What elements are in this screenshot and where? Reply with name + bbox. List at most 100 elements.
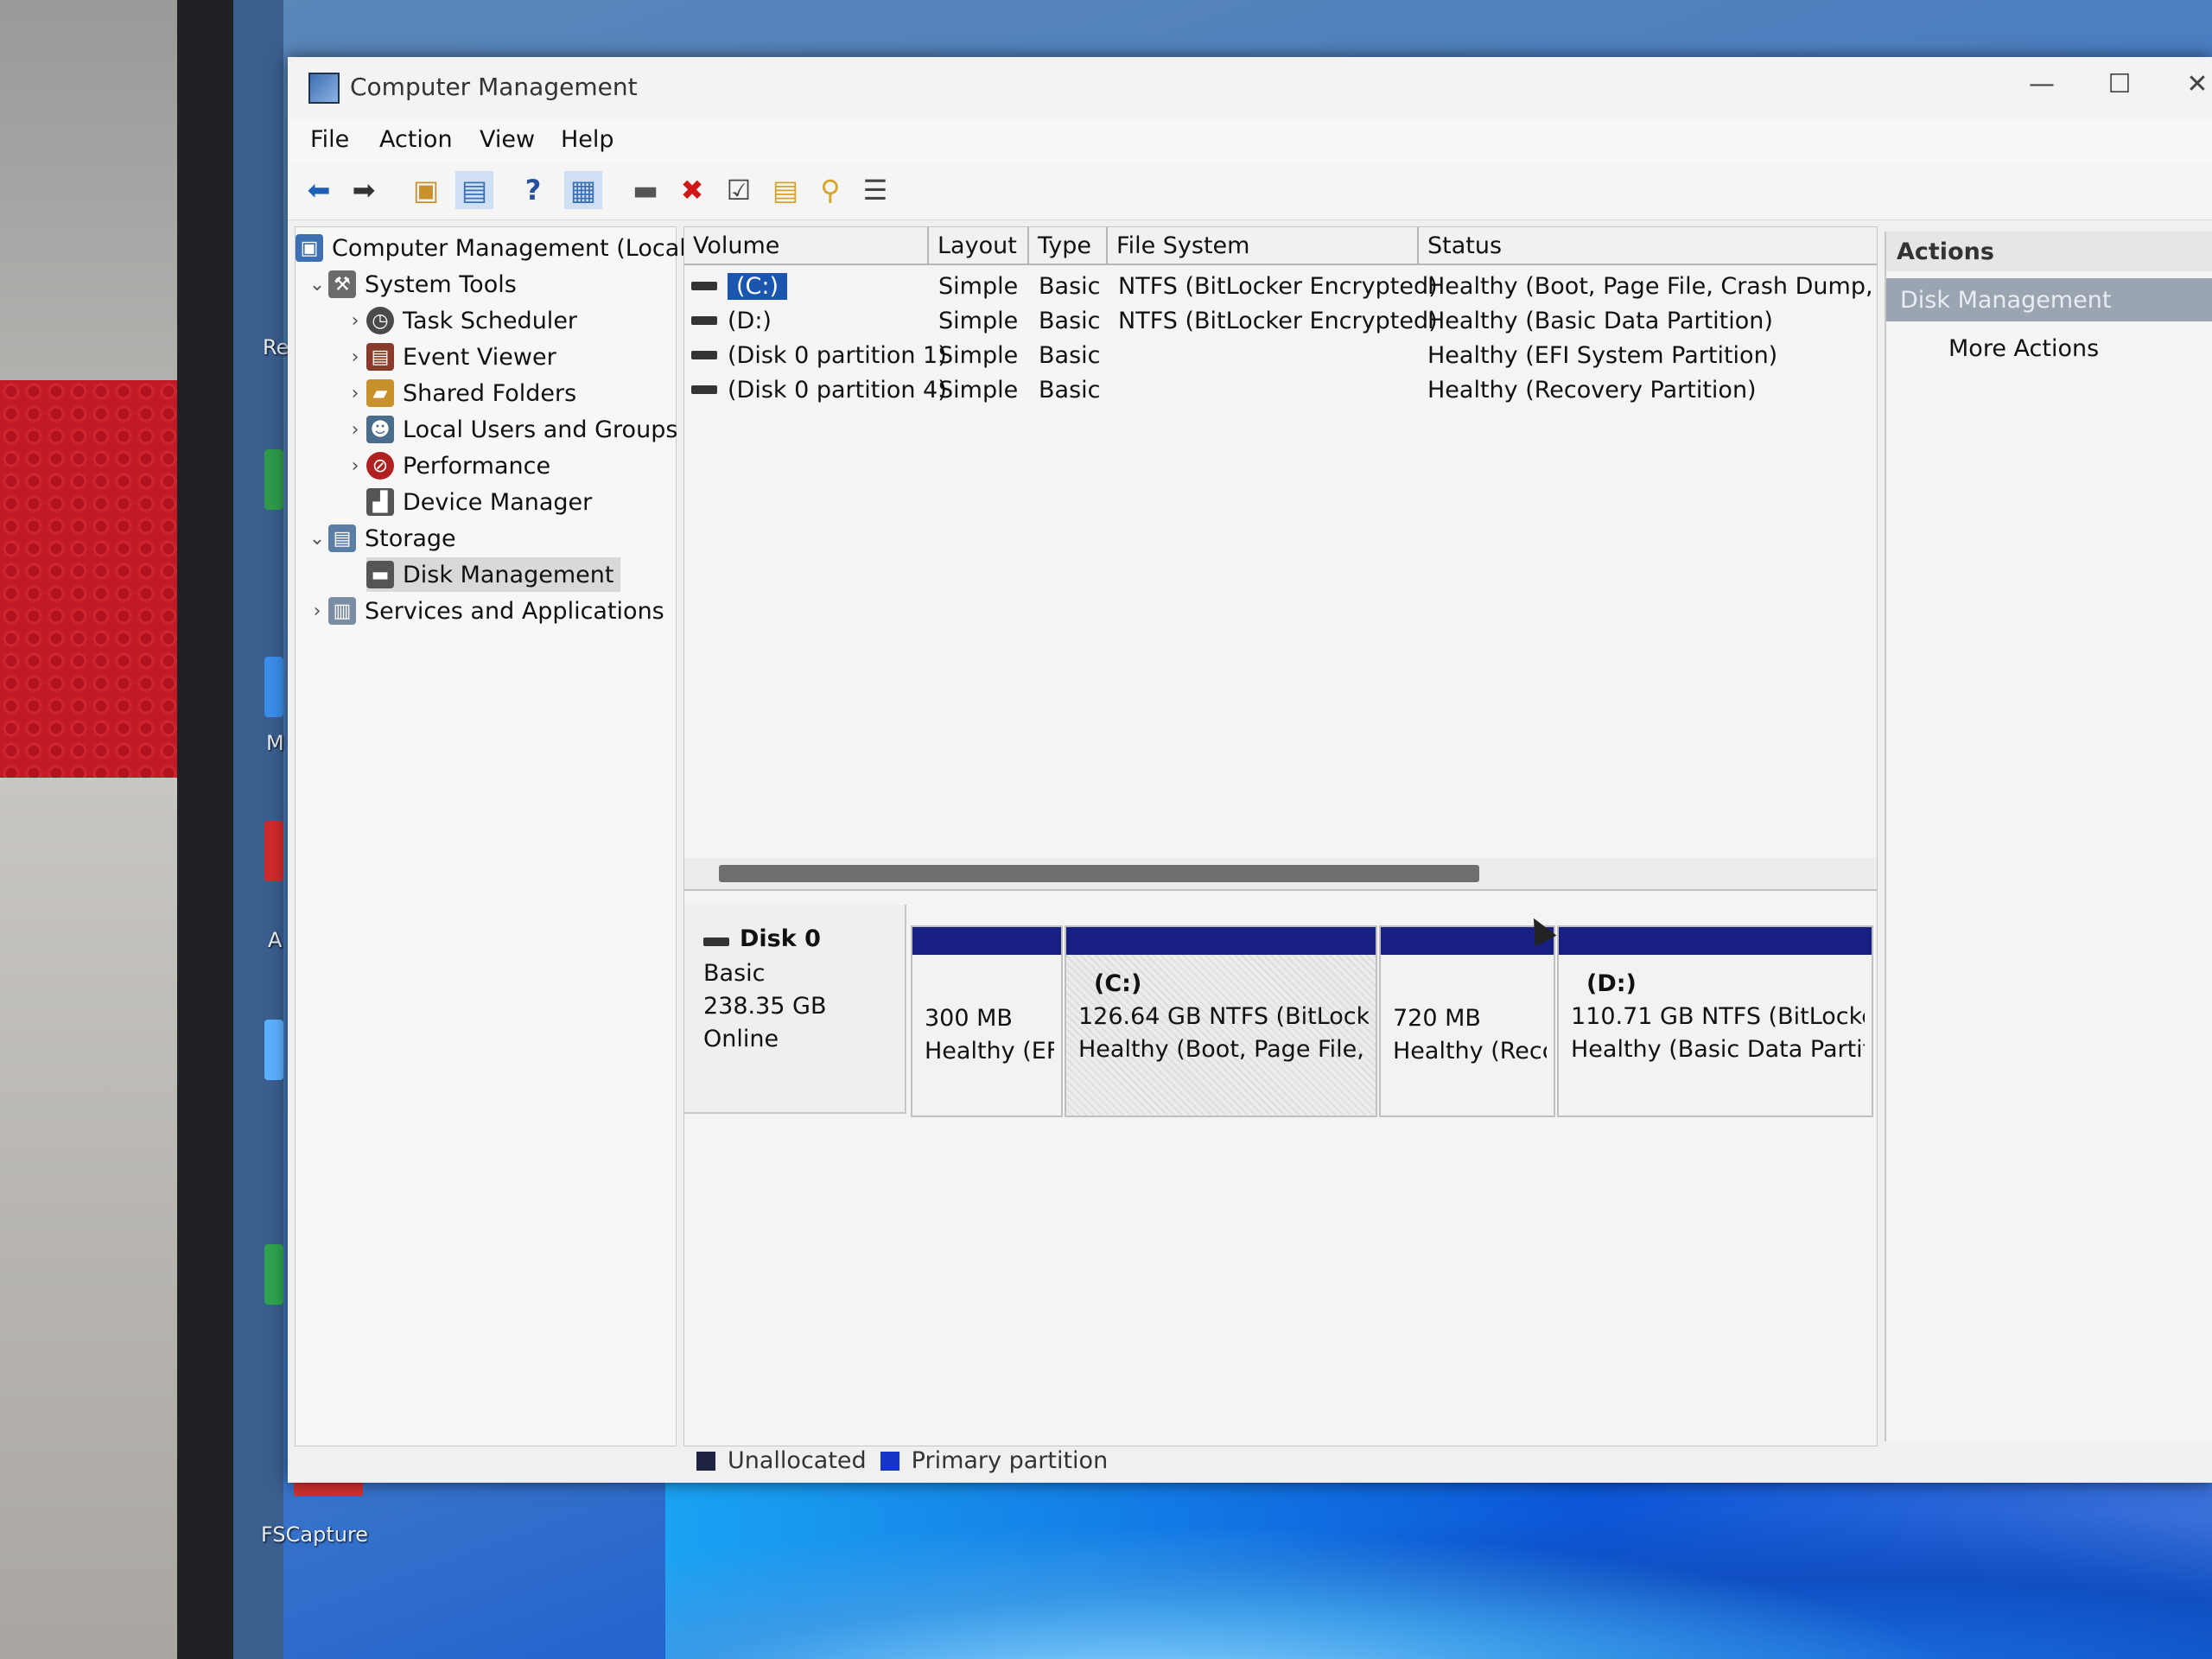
status-cell: Healthy (Boot, Page File, Crash Dump, Ba…: [1427, 272, 1872, 300]
tree-root[interactable]: ▣ Computer Management (Local): [296, 231, 695, 265]
partition-size: 126.64 GB NTFS (BitLocker: [1078, 1003, 1369, 1030]
partition-label: (C:): [1094, 970, 1142, 997]
tree-disk-management[interactable]: ▬ Disk Management: [366, 557, 621, 592]
connect-icon[interactable]: ▬: [626, 171, 664, 209]
services-icon: ▥: [328, 597, 356, 625]
table-row[interactable]: (Disk 0 partition 1): [691, 338, 947, 372]
column-header-layout[interactable]: Layout: [929, 227, 1029, 265]
search-folder-icon[interactable]: ⚲: [811, 171, 849, 209]
column-header-type[interactable]: Type: [1029, 227, 1108, 265]
wallpaper-waves: [665, 1478, 2212, 1659]
table-row[interactable]: (D:): [691, 303, 772, 338]
disk-management-pane: Volume Layout Type File System Status (C…: [683, 226, 1878, 1474]
table-row[interactable]: (Disk 0 partition 4): [691, 372, 947, 407]
tree-system-tools[interactable]: ⌄ ⚒ System Tools: [306, 267, 517, 302]
tree-label: Device Manager: [403, 488, 593, 516]
menu-help[interactable]: Help: [561, 126, 614, 153]
more-actions-link[interactable]: More Actions: [1948, 335, 2099, 362]
toolbar: ⬅ ➡ ▣ ▤ ? ▦ ▬ ✖ ☑ ▤ ⚲ ☰: [288, 162, 2212, 220]
disk-status: Online: [703, 1026, 779, 1052]
status-cell: Healthy (EFI System Partition): [1427, 341, 1778, 369]
desktop-app-icon[interactable]: [264, 657, 283, 717]
up-folder-icon[interactable]: ▣: [407, 171, 445, 209]
chevron-down-icon[interactable]: ⌄: [306, 528, 328, 550]
title-bar[interactable]: Computer Management — ☐ ✕: [288, 57, 2212, 119]
delete-icon[interactable]: ✖: [673, 171, 711, 209]
partition-c[interactable]: (C:) 126.64 GB NTFS (BitLocker Healthy (…: [1065, 925, 1377, 1117]
back-arrow-icon[interactable]: ⬅: [300, 171, 338, 209]
volume-name: (Disk 0 partition 1): [728, 341, 947, 369]
chevron-right-icon[interactable]: ›: [344, 419, 366, 441]
list-view-icon[interactable]: ☰: [856, 171, 894, 209]
help-icon[interactable]: ?: [514, 171, 552, 209]
computer-management-window: Computer Management — ☐ ✕ File Action Vi…: [288, 57, 2212, 1483]
tree-task-scheduler[interactable]: › ◷ Task Scheduler: [344, 303, 577, 338]
horizontal-scrollbar-thumb[interactable]: [719, 865, 1479, 882]
column-header-file-system[interactable]: File System: [1108, 227, 1419, 265]
properties-icon[interactable]: ▤: [766, 171, 804, 209]
tree-shared-folders[interactable]: › ▰ Shared Folders: [344, 376, 576, 410]
tree-services[interactable]: › ▥ Services and Applications: [306, 594, 664, 628]
chevron-down-icon[interactable]: ⌄: [306, 274, 328, 296]
desktop-side-label: A: [268, 928, 283, 952]
tools-icon: ⚒: [328, 270, 356, 298]
chevron-right-icon[interactable]: ›: [344, 383, 366, 404]
disk-management-icon: ▬: [366, 561, 394, 588]
desktop-app-icon[interactable]: [264, 1020, 283, 1080]
check-icon[interactable]: ☑: [720, 171, 758, 209]
partition-label: (D:): [1586, 970, 1637, 997]
tree-label: Event Viewer: [403, 343, 556, 371]
minimize-button[interactable]: —: [2016, 69, 2068, 107]
partition-size: 300 MB: [925, 1005, 1013, 1032]
tree-device-manager[interactable]: ▟ Device Manager: [366, 485, 592, 519]
red-chair-background: [0, 380, 177, 778]
partition-efi[interactable]: 300 MB Healthy (EF: [911, 925, 1063, 1117]
actions-section-disk-management[interactable]: Disk Management: [1886, 278, 2212, 321]
menu-view[interactable]: View: [480, 126, 535, 153]
type-cell: Basic: [1039, 272, 1101, 300]
disk-name-label: Disk 0: [740, 925, 821, 952]
tree-performance[interactable]: › ⊘ Performance: [344, 448, 550, 483]
tree-local-users[interactable]: › ☻ Local Users and Groups: [344, 412, 677, 447]
layout-cell: Simple: [938, 341, 1019, 369]
chevron-right-icon[interactable]: ›: [306, 601, 328, 622]
tree-storage[interactable]: ⌄ ▤ Storage: [306, 521, 456, 556]
menu-file[interactable]: File: [310, 126, 349, 153]
legend: Unallocated Primary partition: [696, 1447, 1108, 1474]
type-cell: Basic: [1039, 341, 1101, 369]
computer-icon: ▣: [296, 234, 323, 262]
menu-bar: File Action View Help: [288, 119, 2212, 162]
desktop-app-icon[interactable]: [264, 1244, 283, 1305]
partition-status: Healthy (EF: [925, 1038, 1054, 1065]
partition-status: Healthy (Boot, Page File, Cı: [1078, 1036, 1369, 1063]
chevron-right-icon[interactable]: ›: [344, 455, 366, 477]
volume-name: (Disk 0 partition 4): [728, 376, 947, 404]
table-row[interactable]: (C:): [691, 269, 788, 303]
column-header-volume[interactable]: Volume: [684, 227, 929, 265]
volume-name: (D:): [728, 307, 772, 334]
disk-0-info[interactable]: Disk 0 Basic 238.35 GB Online: [684, 905, 906, 1114]
forward-arrow-icon[interactable]: ➡: [345, 171, 383, 209]
close-button[interactable]: ✕: [2171, 69, 2212, 107]
partition-bar: [1066, 927, 1376, 955]
fscapture-label[interactable]: FSCapture: [261, 1522, 368, 1547]
computer-management-icon: [308, 73, 340, 104]
desktop-app-icon[interactable]: [264, 449, 283, 510]
layout-cell: Simple: [938, 272, 1019, 300]
desktop-app-icon[interactable]: [264, 821, 283, 881]
tree-label: Shared Folders: [403, 379, 577, 407]
show-hide-tree-icon[interactable]: ▤: [455, 171, 493, 209]
tree-label: Task Scheduler: [403, 307, 578, 334]
chevron-right-icon[interactable]: ›: [344, 310, 366, 332]
partition-d[interactable]: (D:) 110.71 GB NTFS (BitLocker Healthy (…: [1557, 925, 1873, 1117]
chevron-right-icon[interactable]: ›: [344, 346, 366, 368]
partition-recovery[interactable]: 720 MB Healthy (Recc: [1379, 925, 1555, 1117]
volume-icon: [691, 282, 717, 290]
column-header-status[interactable]: Status: [1419, 227, 1877, 265]
tree-event-viewer[interactable]: › ▤ Event Viewer: [344, 340, 556, 374]
menu-action[interactable]: Action: [379, 126, 453, 153]
status-cell: Healthy (Recovery Partition): [1427, 376, 1757, 404]
show-action-pane-icon[interactable]: ▦: [564, 171, 602, 209]
maximize-button[interactable]: ☐: [2094, 69, 2145, 107]
performance-icon: ⊘: [366, 452, 394, 480]
